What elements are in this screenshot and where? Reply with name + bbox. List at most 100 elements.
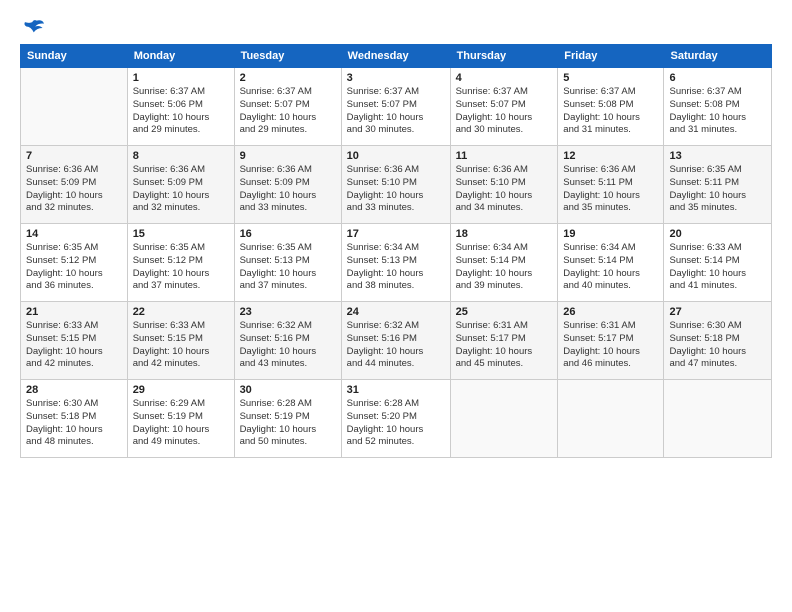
day-cell: 8 Sunrise: 6:36 AMSunset: 5:09 PMDaylight…: [127, 146, 234, 224]
day-cell: 21 Sunrise: 6:33 AMSunset: 5:15 PMDayligh…: [21, 302, 128, 380]
day-number: 20: [669, 228, 766, 240]
day-info: Sunrise: 6:29 AMSunset: 5:19 PMDaylight:…: [133, 398, 229, 449]
day-info: Sunrise: 6:37 AMSunset: 5:08 PMDaylight:…: [669, 86, 766, 137]
day-info: Sunrise: 6:34 AMSunset: 5:13 PMDaylight:…: [347, 242, 445, 293]
day-cell: 13 Sunrise: 6:35 AMSunset: 5:11 PMDayligh…: [664, 146, 772, 224]
day-cell: 9 Sunrise: 6:36 AMSunset: 5:09 PMDaylight…: [234, 146, 341, 224]
day-cell: 7Sunrise: 6:36 AMSunset: 5:09 PMDaylight…: [21, 146, 128, 224]
day-info: Sunrise: 6:36 AMSunset: 5:10 PMDaylight:…: [347, 164, 445, 215]
day-cell: 1Sunrise: 6:37 AMSunset: 5:06 PMDaylight…: [127, 68, 234, 146]
day-number: 27: [669, 306, 766, 318]
day-cell: 15 Sunrise: 6:35 AMSunset: 5:12 PMDayligh…: [127, 224, 234, 302]
day-info: Sunrise: 6:28 AMSunset: 5:20 PMDaylight:…: [347, 398, 445, 449]
day-number: 6: [669, 72, 766, 84]
day-cell: 28 Sunrise: 6:30 AMSunset: 5:18 PMDayligh…: [21, 380, 128, 458]
day-info: Sunrise: 6:36 AMSunset: 5:09 PMDaylight:…: [240, 164, 336, 215]
day-cell: 29 Sunrise: 6:29 AMSunset: 5:19 PMDayligh…: [127, 380, 234, 458]
day-cell: [21, 68, 128, 146]
day-cell: 24 Sunrise: 6:32 AMSunset: 5:16 PMDayligh…: [341, 302, 450, 380]
day-number: 8: [133, 150, 229, 162]
day-info: Sunrise: 6:33 AMSunset: 5:15 PMDaylight:…: [26, 320, 122, 371]
day-cell: 4 Sunrise: 6:37 AMSunset: 5:07 PMDaylight…: [450, 68, 558, 146]
day-cell: 30 Sunrise: 6:28 AMSunset: 5:19 PMDayligh…: [234, 380, 341, 458]
day-number: 31: [347, 384, 445, 396]
day-cell: 18Sunrise: 6:34 AMSunset: 5:14 PMDayligh…: [450, 224, 558, 302]
day-info: Sunrise: 6:33 AMSunset: 5:15 PMDaylight:…: [133, 320, 229, 371]
weekday-header-friday: Friday: [558, 45, 664, 68]
day-cell: [558, 380, 664, 458]
day-info: Sunrise: 6:34 AMSunset: 5:14 PMDaylight:…: [563, 242, 658, 293]
day-info: Sunrise: 6:33 AMSunset: 5:14 PMDaylight:…: [669, 242, 766, 293]
day-info: Sunrise: 6:37 AMSunset: 5:07 PMDaylight:…: [456, 86, 553, 137]
logo: [20, 18, 44, 38]
day-number: 12: [563, 150, 658, 162]
day-info: Sunrise: 6:34 AMSunset: 5:14 PMDaylight:…: [456, 242, 553, 293]
day-number: 19: [563, 228, 658, 240]
day-info: Sunrise: 6:28 AMSunset: 5:19 PMDaylight:…: [240, 398, 336, 449]
day-number: 9: [240, 150, 336, 162]
day-number: 16: [240, 228, 336, 240]
weekday-header-wednesday: Wednesday: [341, 45, 450, 68]
day-number: 23: [240, 306, 336, 318]
day-info: Sunrise: 6:35 AMSunset: 5:12 PMDaylight:…: [133, 242, 229, 293]
day-info: Sunrise: 6:31 AMSunset: 5:17 PMDaylight:…: [563, 320, 658, 371]
day-cell: 27 Sunrise: 6:30 AMSunset: 5:18 PMDayligh…: [664, 302, 772, 380]
day-info: Sunrise: 6:37 AMSunset: 5:06 PMDaylight:…: [133, 86, 229, 137]
day-number: 24: [347, 306, 445, 318]
day-info: Sunrise: 6:36 AMSunset: 5:09 PMDaylight:…: [133, 164, 229, 215]
day-number: 5: [563, 72, 658, 84]
day-cell: 11 Sunrise: 6:36 AMSunset: 5:10 PMDayligh…: [450, 146, 558, 224]
weekday-header-monday: Monday: [127, 45, 234, 68]
day-cell: 6 Sunrise: 6:37 AMSunset: 5:08 PMDaylight…: [664, 68, 772, 146]
day-cell: 2 Sunrise: 6:37 AMSunset: 5:07 PMDaylight…: [234, 68, 341, 146]
day-cell: 14Sunrise: 6:35 AMSunset: 5:12 PMDayligh…: [21, 224, 128, 302]
weekday-header-tuesday: Tuesday: [234, 45, 341, 68]
week-row-3: 14Sunrise: 6:35 AMSunset: 5:12 PMDayligh…: [21, 224, 772, 302]
day-number: 4: [456, 72, 553, 84]
day-cell: 5 Sunrise: 6:37 AMSunset: 5:08 PMDaylight…: [558, 68, 664, 146]
day-number: 2: [240, 72, 336, 84]
weekday-header-sunday: Sunday: [21, 45, 128, 68]
day-cell: 12 Sunrise: 6:36 AMSunset: 5:11 PMDayligh…: [558, 146, 664, 224]
day-number: 15: [133, 228, 229, 240]
day-info: Sunrise: 6:30 AMSunset: 5:18 PMDaylight:…: [669, 320, 766, 371]
week-row-4: 21 Sunrise: 6:33 AMSunset: 5:15 PMDayligh…: [21, 302, 772, 380]
day-cell: 22 Sunrise: 6:33 AMSunset: 5:15 PMDayligh…: [127, 302, 234, 380]
day-info: Sunrise: 6:35 AMSunset: 5:11 PMDaylight:…: [669, 164, 766, 215]
day-info: Sunrise: 6:32 AMSunset: 5:16 PMDaylight:…: [240, 320, 336, 371]
day-cell: 3Sunrise: 6:37 AMSunset: 5:07 PMDaylight…: [341, 68, 450, 146]
week-row-2: 7Sunrise: 6:36 AMSunset: 5:09 PMDaylight…: [21, 146, 772, 224]
week-row-1: 1Sunrise: 6:37 AMSunset: 5:06 PMDaylight…: [21, 68, 772, 146]
day-cell: 16Sunrise: 6:35 AMSunset: 5:13 PMDayligh…: [234, 224, 341, 302]
day-info: Sunrise: 6:35 AMSunset: 5:12 PMDaylight:…: [26, 242, 122, 293]
day-cell: 10 Sunrise: 6:36 AMSunset: 5:10 PMDayligh…: [341, 146, 450, 224]
day-info: Sunrise: 6:32 AMSunset: 5:16 PMDaylight:…: [347, 320, 445, 371]
day-cell: 26Sunrise: 6:31 AMSunset: 5:17 PMDayligh…: [558, 302, 664, 380]
day-number: 10: [347, 150, 445, 162]
weekday-header-thursday: Thursday: [450, 45, 558, 68]
weekday-header-row: SundayMondayTuesdayWednesdayThursdayFrid…: [21, 45, 772, 68]
day-info: Sunrise: 6:37 AMSunset: 5:07 PMDaylight:…: [240, 86, 336, 137]
day-number: 21: [26, 306, 122, 318]
weekday-header-saturday: Saturday: [664, 45, 772, 68]
day-cell: [450, 380, 558, 458]
day-cell: [664, 380, 772, 458]
day-number: 11: [456, 150, 553, 162]
day-info: Sunrise: 6:36 AMSunset: 5:11 PMDaylight:…: [563, 164, 658, 215]
day-cell: 25Sunrise: 6:31 AMSunset: 5:17 PMDayligh…: [450, 302, 558, 380]
day-number: 22: [133, 306, 229, 318]
day-info: Sunrise: 6:36 AMSunset: 5:09 PMDaylight:…: [26, 164, 122, 215]
day-info: Sunrise: 6:37 AMSunset: 5:08 PMDaylight:…: [563, 86, 658, 137]
week-row-5: 28 Sunrise: 6:30 AMSunset: 5:18 PMDayligh…: [21, 380, 772, 458]
day-number: 28: [26, 384, 122, 396]
logo-bird-icon: [22, 18, 44, 38]
day-cell: 17Sunrise: 6:34 AMSunset: 5:13 PMDayligh…: [341, 224, 450, 302]
day-number: 29: [133, 384, 229, 396]
day-cell: 20 Sunrise: 6:33 AMSunset: 5:14 PMDayligh…: [664, 224, 772, 302]
day-number: 13: [669, 150, 766, 162]
day-info: Sunrise: 6:30 AMSunset: 5:18 PMDaylight:…: [26, 398, 122, 449]
day-number: 3: [347, 72, 445, 84]
day-info: Sunrise: 6:36 AMSunset: 5:10 PMDaylight:…: [456, 164, 553, 215]
day-cell: 19 Sunrise: 6:34 AMSunset: 5:14 PMDayligh…: [558, 224, 664, 302]
day-number: 30: [240, 384, 336, 396]
